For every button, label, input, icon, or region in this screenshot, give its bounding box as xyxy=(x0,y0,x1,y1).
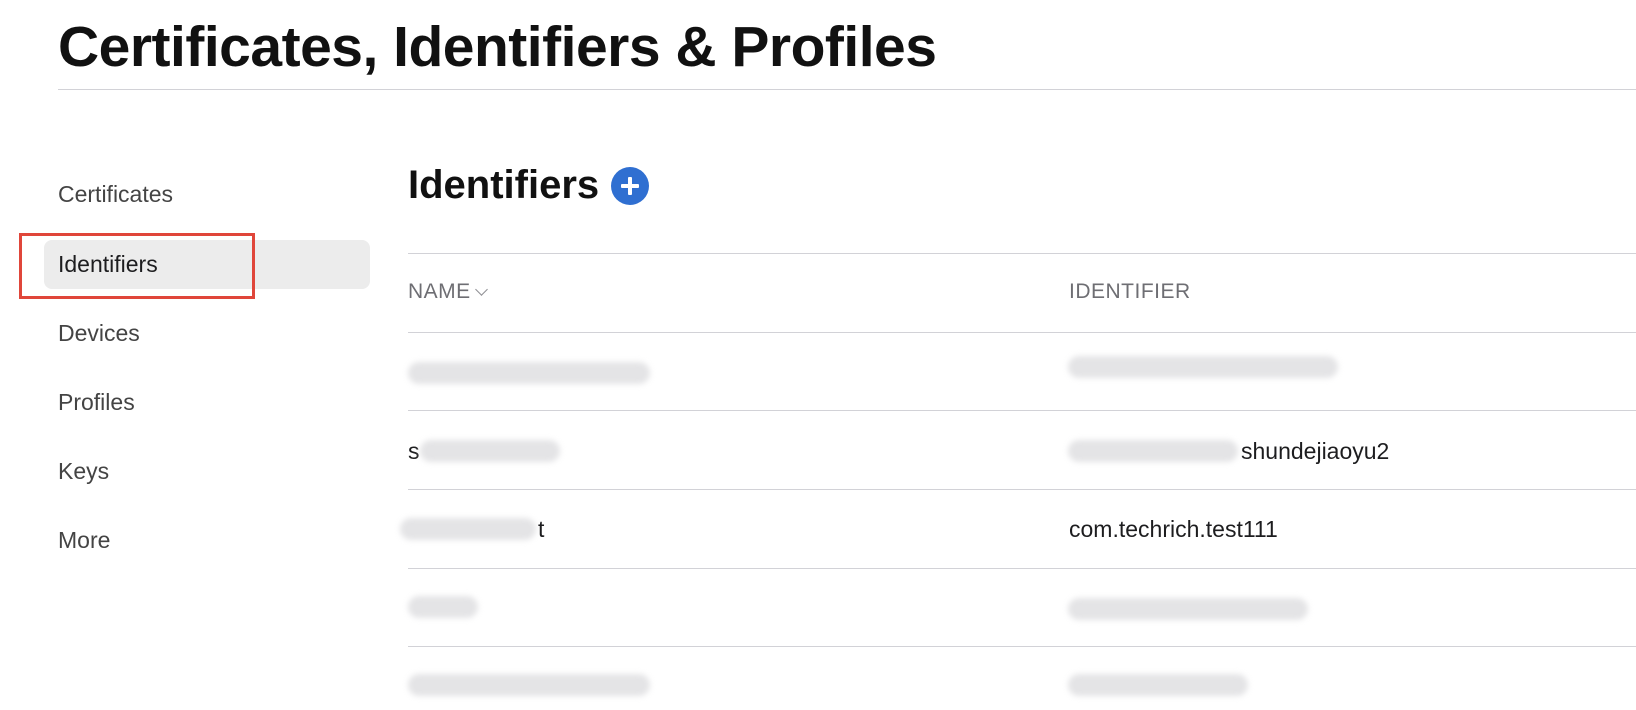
column-header-name[interactable]: NAME xyxy=(408,280,488,304)
redacted-identifier xyxy=(1068,440,1238,462)
column-header-name-label: NAME xyxy=(408,280,471,303)
cell-identifier: shundejiaoyu2 xyxy=(1241,438,1390,464)
redacted-identifier xyxy=(1068,674,1248,696)
redacted-name xyxy=(420,440,560,462)
title-divider xyxy=(58,89,1636,90)
plus-circle-icon[interactable] xyxy=(611,166,650,205)
row-divider xyxy=(408,332,1636,333)
table-top-divider xyxy=(408,253,1636,254)
row-divider xyxy=(408,489,1636,490)
cell-name: s xyxy=(408,438,420,464)
row-divider xyxy=(408,568,1636,569)
redacted-identifier xyxy=(1068,356,1338,378)
column-header-identifier-label: IDENTIFIER xyxy=(1069,280,1191,303)
redacted-name xyxy=(400,518,536,540)
section-title: Identifiers xyxy=(408,163,600,207)
page-title: Certificates, Identifiers & Profiles xyxy=(58,15,937,79)
cell-identifier: com.techrich.test111 xyxy=(1069,516,1278,542)
sidebar-item-keys[interactable]: Keys xyxy=(44,447,370,496)
redacted-name xyxy=(408,596,478,618)
sidebar-item-certificates[interactable]: Certificates xyxy=(44,170,370,219)
row-divider xyxy=(408,410,1636,411)
chevron-down-icon xyxy=(474,282,488,296)
sidebar-item-more[interactable]: More xyxy=(44,516,370,565)
sidebar-item-devices[interactable]: Devices xyxy=(44,309,370,358)
section-header: Identifiers xyxy=(408,163,650,208)
cell-name: t xyxy=(538,516,545,542)
column-header-identifier[interactable]: IDENTIFIER xyxy=(1069,280,1191,304)
row-divider xyxy=(408,646,1636,647)
sidebar-item-profiles[interactable]: Profiles xyxy=(44,378,370,427)
redacted-identifier xyxy=(1068,598,1308,620)
redacted-name xyxy=(408,674,650,696)
redacted-name xyxy=(408,362,650,384)
sidebar-item-identifiers[interactable]: Identifiers xyxy=(44,240,370,289)
